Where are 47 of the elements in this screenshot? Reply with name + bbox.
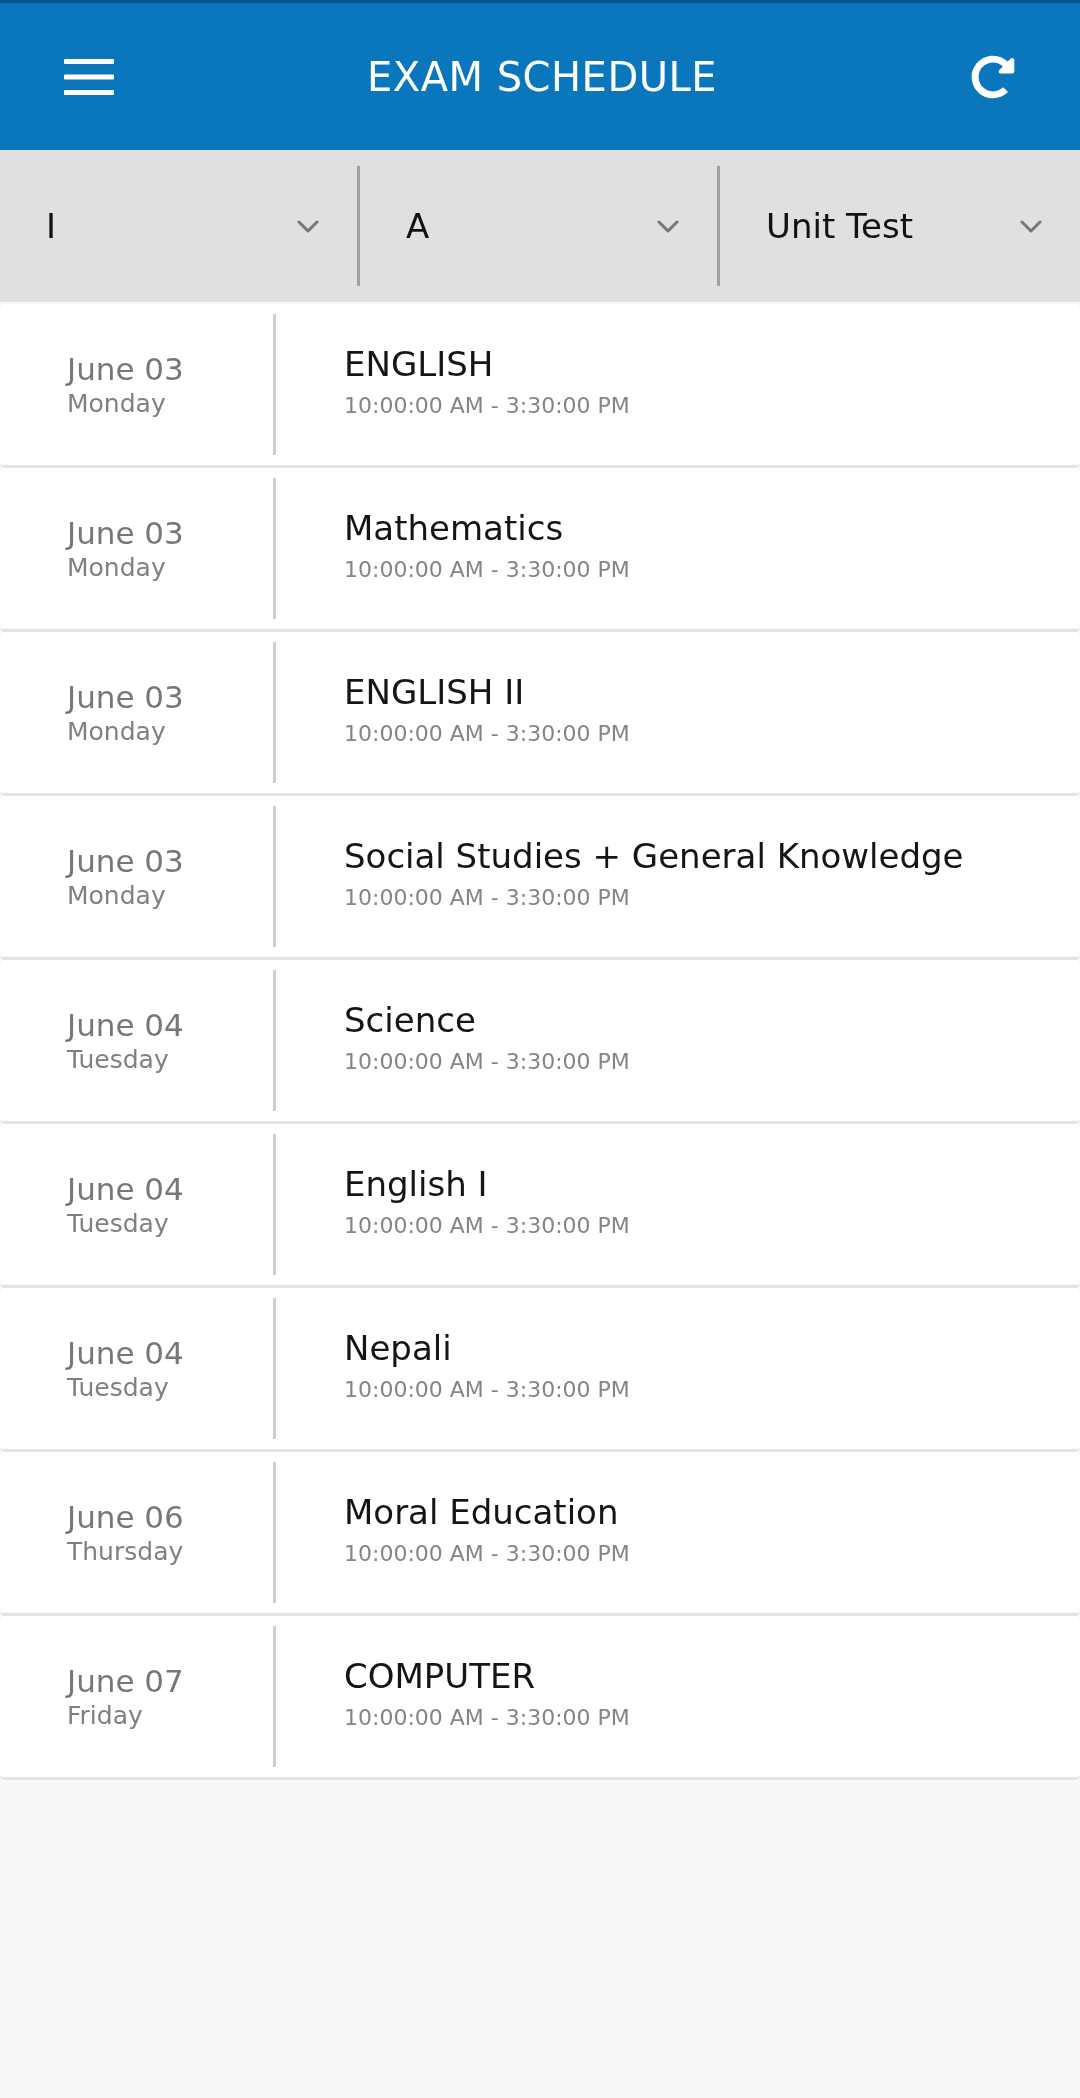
subject-text: Mathematics (344, 506, 565, 550)
date-text: June 04 (67, 1333, 185, 1372)
chevron-down-icon (657, 219, 679, 233)
time-text: 10:00:00 AM - 3:30:00 PM (344, 1703, 631, 1732)
time-text: 10:00:00 AM - 3:30:00 PM (344, 555, 631, 584)
subject-text: Moral Education (344, 1490, 620, 1534)
weekday-text: Thursday (67, 1535, 185, 1568)
weekday-text: Tuesday (67, 1043, 170, 1076)
chevron-down-icon (1020, 219, 1042, 233)
weekday-text: Monday (67, 879, 167, 912)
time-text: 10:00:00 AM - 3:30:00 PM (344, 1047, 631, 1076)
weekday-text: Tuesday (67, 1207, 170, 1240)
refresh-button[interactable] (970, 53, 1016, 100)
date-text: June 03 (67, 513, 185, 552)
subject-text: English I (344, 1162, 489, 1206)
weekday-text: Tuesday (67, 1371, 170, 1404)
date-text: June 03 (67, 841, 185, 880)
subject-text: Nepali (344, 1326, 453, 1370)
refresh-icon (971, 54, 1015, 99)
date-text: June 04 (67, 1005, 185, 1044)
date-text: June 03 (67, 349, 185, 388)
weekday-text: Friday (67, 1699, 144, 1732)
menu-button[interactable] (64, 58, 114, 95)
date-text: June 03 (67, 677, 185, 716)
time-text: 10:00:00 AM - 3:30:00 PM (344, 719, 631, 748)
date-text: June 06 (67, 1497, 185, 1536)
subject-text: Social Studies + General Knowledge (344, 834, 965, 878)
weekday-text: Monday (67, 715, 167, 748)
time-text: 10:00:00 AM - 3:30:00 PM (344, 883, 631, 912)
time-text: 10:00:00 AM - 3:30:00 PM (344, 1211, 631, 1240)
date-text: June 07 (67, 1661, 185, 1700)
dropdown[interactable]: I (0, 166, 357, 286)
date-text: June 04 (67, 1169, 185, 1208)
time-text: 10:00:00 AM - 3:30:00 PM (344, 1539, 631, 1568)
subject-text: ENGLISH II (344, 670, 526, 714)
subject-text: ENGLISH (344, 342, 495, 386)
weekday-text: Monday (67, 551, 167, 584)
time-text: 10:00:00 AM - 3:30:00 PM (344, 391, 631, 420)
weekday-text: Monday (67, 387, 167, 420)
chevron-down-icon (297, 219, 319, 233)
dropdown[interactable]: Unit Test (720, 166, 1080, 286)
subject-text: COMPUTER (344, 1654, 537, 1698)
dropdown[interactable]: A (360, 166, 717, 286)
time-text: 10:00:00 AM - 3:30:00 PM (344, 1375, 631, 1404)
menu-icon (64, 58, 114, 95)
screen-title: EXAM SCHEDULE (366, 52, 718, 101)
subject-text: Science (344, 998, 477, 1042)
